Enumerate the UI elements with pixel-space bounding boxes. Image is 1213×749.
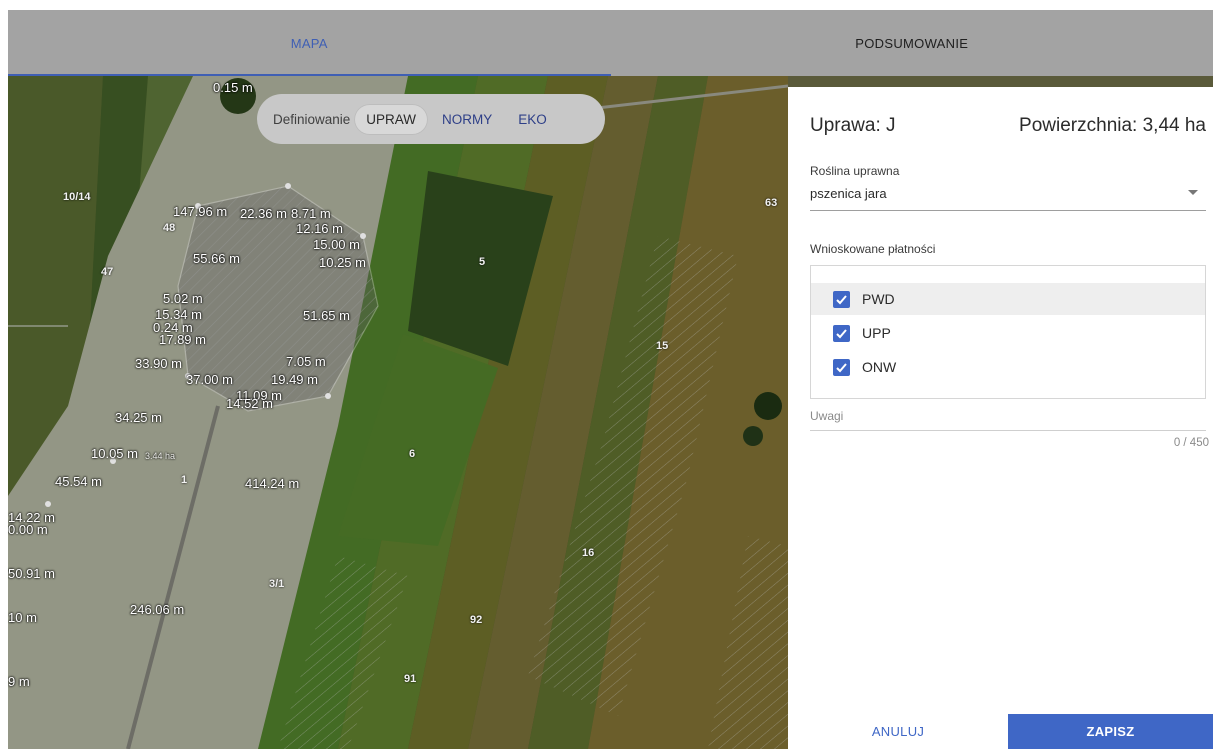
measure-label: 9 m (8, 674, 30, 689)
plant-select[interactable]: pszenica jara (810, 186, 887, 201)
checkbox-checked-icon (833, 324, 850, 342)
measure-label: 14.52 m (226, 396, 273, 411)
payment-label: UPP (862, 325, 891, 341)
parcel-number: 10/14 (63, 191, 91, 203)
map-edge-strip (788, 76, 1213, 87)
measure-label: 19.49 m (271, 372, 318, 387)
measure-label: 246.06 m (130, 602, 185, 617)
measure-label: 12.16 m (296, 221, 343, 236)
mode-eko-button[interactable]: EKO (506, 104, 559, 135)
notes-underline (810, 430, 1206, 431)
crop-title: Uprawa: J (810, 115, 896, 136)
notes-field[interactable]: Uwagi (810, 409, 843, 423)
tab-podsumowanie[interactable]: PODSUMOWANIE (611, 10, 1213, 76)
parcel-number: 16 (582, 547, 595, 559)
payment-onw-checkbox[interactable]: ONW (811, 351, 1205, 383)
crop-details-panel: Uprawa: J Powierzchnia: 3,44 ha Roślina … (788, 87, 1213, 749)
payment-label: PWD (862, 291, 895, 307)
measure-label: 50.91 m (8, 566, 55, 581)
area-title: Powierzchnia: 3,44 ha (1019, 115, 1206, 136)
measure-label: 34.25 m (115, 410, 162, 425)
parcel-number: 1 (181, 474, 188, 486)
measure-label: 0.00 m (8, 522, 48, 537)
chevron-down-icon[interactable] (1188, 190, 1198, 195)
measure-label: 33.90 m (135, 356, 182, 371)
parcel-number: 92 (470, 614, 483, 626)
measure-label: 17.89 m (159, 332, 206, 347)
mode-upraw-button[interactable]: UPRAW (354, 103, 429, 135)
checkbox-checked-icon (833, 358, 850, 376)
measure-label: 10 m (8, 610, 37, 625)
measure-label: 55.66 m (193, 251, 240, 266)
map-view[interactable]: 0.15 m 147.96 m 22.36 m 8.71 m 12.16 m 1… (8, 76, 788, 749)
parcel-number: 3/1 (269, 578, 285, 590)
parcel-number: 6 (409, 448, 416, 460)
measure-label: 51.65 m (303, 308, 350, 323)
measure-label: 37.00 m (186, 372, 233, 387)
measure-label: 5.02 m (163, 291, 203, 306)
payment-label: ONW (862, 359, 897, 375)
parcel-number: 5 (479, 256, 486, 268)
mode-normy-button[interactable]: NORMY (430, 104, 504, 135)
tab-mapa-label: MAPA (290, 35, 328, 51)
tab-mapa[interactable]: MAPA (8, 10, 611, 76)
measure-label: 10.05 m (91, 446, 138, 461)
mode-label: Definiowanie (273, 111, 351, 127)
payments-list: PWD UPP ONW (810, 265, 1206, 399)
measure-label: 147.96 m (173, 204, 228, 219)
measure-label: 0.15 m (213, 80, 253, 95)
parcel-number: 63 (765, 197, 778, 209)
measure-label: 414.24 m (245, 476, 300, 491)
cancel-button[interactable]: ANULUJ (788, 714, 1008, 749)
parcel-number: 91 (404, 673, 417, 685)
plant-select-underline (810, 210, 1206, 211)
area-label: 3.44 ha (145, 451, 176, 461)
top-strip (0, 0, 1213, 10)
definition-mode-switcher: Definiowanie UPRAW NORMY EKO (257, 94, 605, 144)
parcel-number: 48 (163, 222, 176, 234)
parcel-number: 15 (656, 340, 669, 352)
notes-counter: 0 / 450 (1173, 437, 1209, 449)
measure-label: 15.00 m (313, 237, 360, 252)
payments-label: Wnioskowane płatności (810, 242, 936, 256)
measure-label: 22.36 m (240, 206, 287, 221)
tab-bar: MAPA PODSUMOWANIE (8, 10, 1213, 76)
measure-label: 10.25 m (319, 255, 366, 270)
measure-label: 8.71 m (291, 206, 331, 221)
save-button[interactable]: ZAPISZ (1008, 714, 1213, 749)
plant-label: Roślina uprawna (810, 164, 900, 178)
panel-header: Uprawa: J Powierzchnia: 3,44 ha (810, 115, 1206, 137)
measure-label: 7.05 m (286, 354, 326, 369)
measure-label: 45.54 m (55, 474, 102, 489)
payment-upp-checkbox[interactable]: UPP (811, 317, 1205, 349)
checkbox-checked-icon (833, 290, 850, 308)
tab-podsumowanie-label: PODSUMOWANIE (855, 35, 969, 51)
parcel-number: 47 (101, 266, 114, 278)
payment-pwd-checkbox[interactable]: PWD (811, 283, 1205, 315)
